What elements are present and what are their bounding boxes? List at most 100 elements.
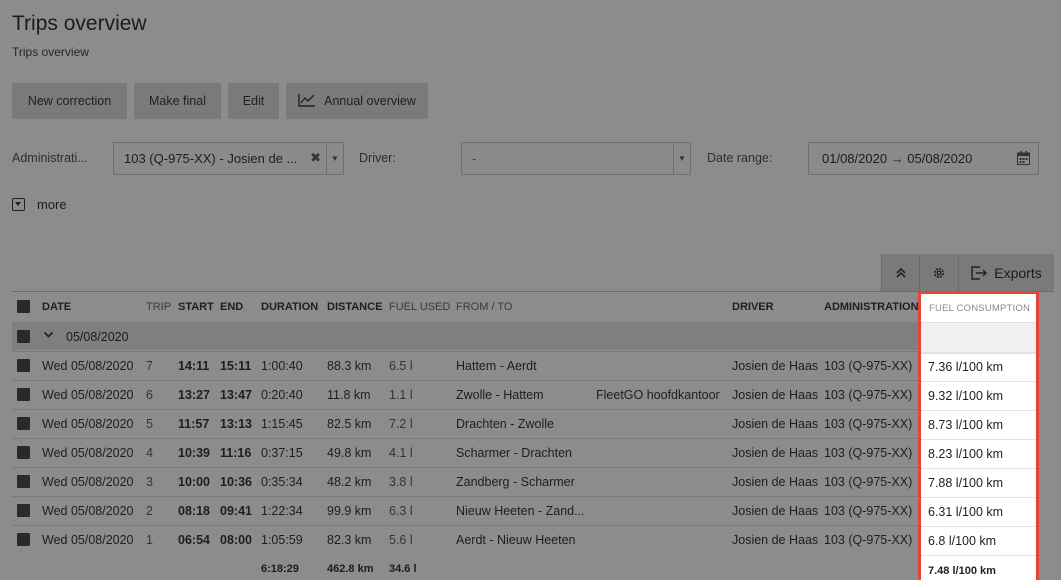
fuel-group-cell xyxy=(921,322,1036,354)
line-chart-icon xyxy=(298,94,316,107)
page-title: Trips overview xyxy=(12,12,147,35)
administration-value: 103 (Q-975-XX) - Josien de ... xyxy=(124,151,298,166)
row-date: Wed 05/08/2020 xyxy=(42,446,134,460)
row-checkbox[interactable] xyxy=(17,359,30,372)
calendar-icon[interactable] xyxy=(1017,151,1030,165)
fuel-row-divider xyxy=(921,555,1036,556)
row-distance: 88.3 km xyxy=(327,359,372,373)
row-driver: Josien de Haas xyxy=(732,388,819,402)
row-duration: 1:05:59 xyxy=(261,533,303,547)
driver-label: Driver: xyxy=(359,151,396,165)
col-date[interactable]: DATE xyxy=(42,301,71,313)
make-final-button[interactable]: Make final xyxy=(134,83,221,119)
col-driver[interactable]: DRIVER xyxy=(732,301,774,313)
group-checkbox[interactable] xyxy=(17,330,30,343)
row-driver: Josien de Haas xyxy=(732,475,819,489)
row-checkbox[interactable] xyxy=(17,504,30,517)
row-driver: Josien de Haas xyxy=(732,533,819,547)
row-end: 11:16 xyxy=(220,446,252,460)
row-checkbox[interactable] xyxy=(17,417,30,430)
row-distance: 48.2 km xyxy=(327,475,372,489)
row-from-to: Scharmer - Drachten xyxy=(456,446,573,460)
total-distance: 462.8 km xyxy=(327,563,374,575)
row-date: Wed 05/08/2020 xyxy=(42,533,134,547)
row-start: 10:39 xyxy=(178,446,210,460)
col-trip[interactable]: TRIP xyxy=(146,301,171,313)
more-filters-toggle[interactable]: more xyxy=(12,197,67,212)
row-from-to: Nieuw Heeten - Zand... xyxy=(456,504,585,518)
annual-overview-label: Annual overview xyxy=(324,94,416,108)
row-administration: 103 (Q-975-XX) xyxy=(824,533,913,547)
fuel-row-divider xyxy=(921,526,1036,527)
fuel-row-divider xyxy=(921,381,1036,382)
row-fuel-consumption: 8.73 l/100 km xyxy=(928,418,1004,432)
row-administration: 103 (Q-975-XX) xyxy=(824,446,913,460)
row-date: Wed 05/08/2020 xyxy=(42,504,134,518)
col-start[interactable]: START xyxy=(178,301,214,313)
total-fuel: 34.6 l xyxy=(389,563,417,575)
edit-button[interactable]: Edit xyxy=(228,83,279,119)
expand-toggle-icon xyxy=(12,198,25,211)
row-from-to: Drachten - Zwolle xyxy=(456,417,554,431)
row-duration: 1:15:45 xyxy=(261,417,303,431)
double-chevron-up-icon xyxy=(895,267,906,278)
exports-button[interactable]: Exports xyxy=(958,254,1054,291)
col-fuel-used[interactable]: FUEL USED xyxy=(389,301,450,313)
col-distance[interactable]: DISTANCE xyxy=(327,301,382,313)
annual-overview-button[interactable]: Annual overview xyxy=(286,83,428,119)
driver-select[interactable]: - ▼ xyxy=(461,142,691,175)
administration-select[interactable]: 103 (Q-975-XX) - Josien de ... ✖ ▼ xyxy=(113,142,344,175)
row-start: 10:00 xyxy=(178,475,210,489)
row-start: 14:11 xyxy=(178,359,210,373)
total-duration: 6:18:29 xyxy=(261,563,299,575)
gear-icon xyxy=(934,267,944,278)
chevron-down-icon[interactable]: ▼ xyxy=(326,143,343,174)
row-fuel-used: 7.2 l xyxy=(389,417,413,431)
row-location: FleetGO hoofdkantoor xyxy=(596,388,720,402)
new-correction-button[interactable]: New correction xyxy=(12,83,127,119)
fuel-row-divider xyxy=(921,410,1036,411)
row-date: Wed 05/08/2020 xyxy=(42,417,134,431)
col-duration[interactable]: DURATION xyxy=(261,301,318,313)
col-fuel-consumption[interactable]: FUEL CONSUMPTION xyxy=(929,303,1030,314)
chevron-down-icon[interactable]: ▼ xyxy=(673,143,690,174)
col-administration[interactable]: ADMINISTRATION xyxy=(824,301,919,313)
row-checkbox[interactable] xyxy=(17,533,30,546)
date-range-value: 01/08/2020 → 05/08/2020 xyxy=(822,151,973,166)
driver-value: - xyxy=(472,151,477,166)
row-duration: 1:00:40 xyxy=(261,359,303,373)
col-end[interactable]: END xyxy=(220,301,243,313)
row-end: 10:36 xyxy=(220,475,252,489)
row-checkbox[interactable] xyxy=(17,388,30,401)
row-date: Wed 05/08/2020 xyxy=(42,388,134,402)
total-consumption: 7.48 l/100 km xyxy=(928,565,996,577)
row-from-to: Aerdt - Nieuw Heeten xyxy=(456,533,576,547)
administration-label: Administrati... xyxy=(12,151,88,165)
row-start: 08:18 xyxy=(178,504,210,518)
row-start: 11:57 xyxy=(178,417,210,431)
row-duration: 0:35:34 xyxy=(261,475,303,489)
more-label: more xyxy=(37,197,67,212)
row-end: 13:13 xyxy=(220,417,252,431)
col-from-to[interactable]: FROM / TO xyxy=(456,301,512,313)
chevron-down-icon[interactable] xyxy=(43,329,54,340)
row-fuel-used: 3.8 l xyxy=(389,475,413,489)
select-all-checkbox[interactable] xyxy=(17,300,30,313)
row-trip: 3 xyxy=(146,475,153,489)
row-trip: 1 xyxy=(146,533,153,547)
group-row[interactable] xyxy=(12,322,918,350)
row-driver: Josien de Haas xyxy=(732,504,819,518)
collapse-all-button[interactable] xyxy=(881,254,919,291)
row-checkbox[interactable] xyxy=(17,446,30,459)
row-distance: 82.3 km xyxy=(327,533,372,547)
row-duration: 0:37:15 xyxy=(261,446,303,460)
date-range-input[interactable]: 01/08/2020 → 05/08/2020 xyxy=(808,142,1039,175)
row-from-to: Zwolle - Hattem xyxy=(456,388,544,402)
row-trip: 7 xyxy=(146,359,153,373)
clear-icon[interactable]: ✖ xyxy=(310,150,321,166)
row-checkbox[interactable] xyxy=(17,475,30,488)
row-driver: Josien de Haas xyxy=(732,359,819,373)
settings-button[interactable] xyxy=(919,254,958,291)
row-from-to: Hattem - Aerdt xyxy=(456,359,537,373)
row-administration: 103 (Q-975-XX) xyxy=(824,475,913,489)
